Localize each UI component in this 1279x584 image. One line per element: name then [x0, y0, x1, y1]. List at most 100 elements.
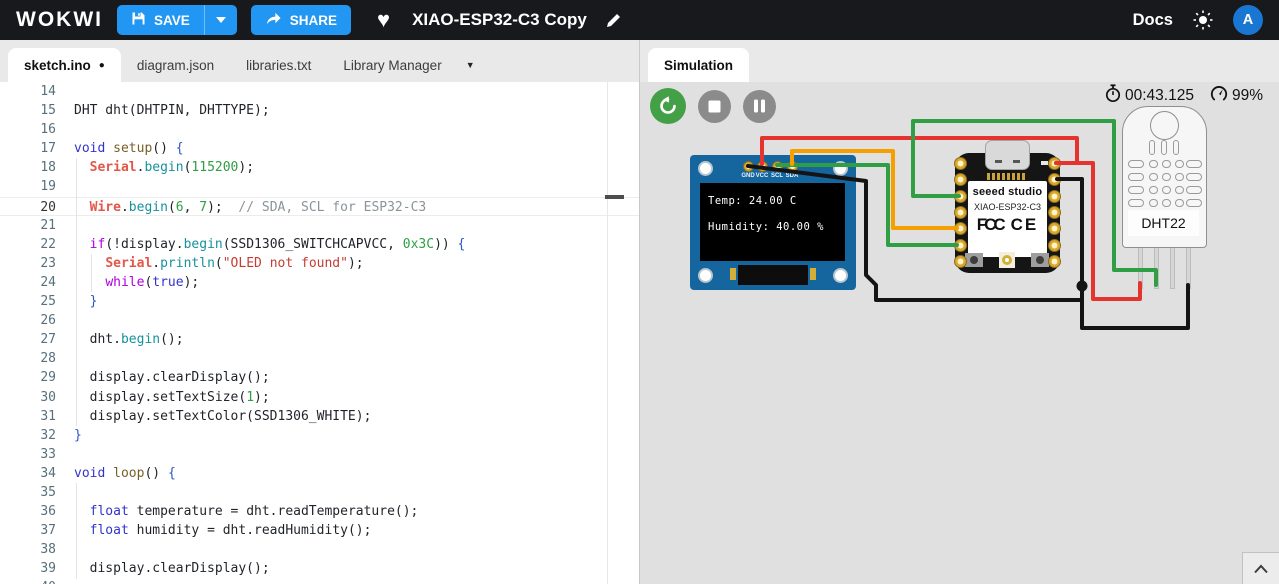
stop-icon	[708, 100, 721, 112]
code-line-29[interactable]: 29 display.clearDisplay();	[0, 368, 639, 387]
wokwi-logo[interactable]: WOKWI	[16, 8, 103, 32]
dht22-label: DHT22	[1128, 210, 1199, 236]
code-line-35[interactable]: 35	[0, 483, 639, 502]
xiao-led	[1041, 161, 1048, 165]
save-button[interactable]: SAVE	[117, 5, 204, 35]
code-line-30[interactable]: 30 display.setTextSize(1);	[0, 388, 639, 407]
code-line-39[interactable]: 39 display.clearDisplay();	[0, 559, 639, 578]
code-line-18[interactable]: 18 Serial.begin(115200);	[0, 158, 639, 177]
code-line-19[interactable]: 19	[0, 177, 639, 196]
dht22-pin[interactable]	[1137, 245, 1143, 289]
mounting-hole	[833, 268, 848, 283]
code-line-38[interactable]: 38	[0, 540, 639, 559]
save-options-button[interactable]	[205, 5, 237, 35]
code-editor[interactable]: 14 15 DHT dht(DHTPIN, DHTTYPE); 16 17 void se…	[0, 82, 639, 584]
expand-bottom-panel-button[interactable]	[1242, 552, 1279, 584]
restart-button[interactable]	[650, 88, 686, 124]
xiao-pin[interactable]	[954, 221, 967, 235]
code-line-31[interactable]: 31 display.setTextColor(SSD1306_WHITE);	[0, 407, 639, 426]
code-line-33[interactable]: 33	[0, 445, 639, 464]
code-line-21[interactable]: 21	[0, 216, 639, 235]
oled-pin-sda[interactable]	[786, 161, 798, 172]
code-lines: 14 15 DHT dht(DHTPIN, DHTTYPE); 16 17 void se…	[0, 82, 639, 584]
tab-diagram-json[interactable]: diagram.json	[121, 48, 230, 82]
stop-button[interactable]	[698, 89, 731, 123]
oled-pin-gnd[interactable]	[742, 161, 754, 172]
xiao-pin[interactable]	[1048, 189, 1061, 203]
tab-library-manager[interactable]: Library Manager ▼	[327, 48, 490, 82]
line-number: 19	[40, 179, 56, 195]
xiao-pin[interactable]	[1048, 254, 1061, 268]
editor-pane: sketch.ino ● diagram.json libraries.txt Libr…	[0, 40, 640, 584]
code-line-16[interactable]: 16	[0, 120, 639, 139]
antenna-connector	[999, 252, 1015, 268]
save-split-button: SAVE	[116, 5, 237, 35]
code-line-23[interactable]: 23 Serial.println("OLED not found");	[0, 254, 639, 273]
code-line-37[interactable]: 37 float humidity = dht.readHumidity();	[0, 521, 639, 540]
line-number: 37	[40, 523, 56, 539]
line-number: 25	[40, 294, 56, 310]
mounting-hole	[698, 268, 713, 283]
code-line-24[interactable]: 24 while(true);	[0, 273, 639, 292]
share-button[interactable]: SHARE	[250, 5, 352, 35]
avatar[interactable]: A	[1233, 5, 1263, 35]
theme-toggle-sun-icon[interactable]	[1193, 10, 1213, 30]
code-line-22[interactable]: 22 if(!display.begin(SSD1306_SWITCHCAPVC…	[0, 235, 639, 254]
sim-canvas[interactable]: 00:43.125 99% GND VCC SCL SDA Temp: 24.00 C…	[640, 82, 1279, 584]
code-line-32[interactable]: 32}	[0, 426, 639, 445]
line-number: 14	[40, 84, 56, 99]
xiao-pin[interactable]	[954, 189, 967, 203]
code-line-27[interactable]: 27 dht.begin();	[0, 330, 639, 349]
code-line-17[interactable]: 17 void setup() {	[0, 139, 639, 158]
indent-guide	[76, 483, 77, 579]
xiao-pin[interactable]	[954, 254, 967, 268]
restart-icon	[660, 96, 676, 114]
oled-pin-scl[interactable]	[771, 161, 783, 172]
xiao-esp32-c3-board[interactable]: seeed studio XIAO-ESP32-C3 FCC CE	[954, 140, 1061, 273]
code-line-34[interactable]: 34 void loop() {	[0, 464, 639, 483]
edit-title-pencil-icon[interactable]	[605, 12, 622, 29]
dht22-pin[interactable]	[1153, 245, 1159, 289]
dht22-pin[interactable]	[1185, 245, 1191, 289]
tab-simulation[interactable]: Simulation	[648, 48, 750, 82]
xiao-pin[interactable]	[954, 156, 967, 170]
xiao-pin[interactable]	[954, 238, 967, 252]
oled-display[interactable]: GND VCC SCL SDA Temp: 24.00 C Humidity: 40.…	[690, 155, 856, 290]
xiao-pin[interactable]	[1048, 205, 1061, 219]
code-line-20[interactable]: 20 Wire.begin(6, 7); // SDA, SCL for ESP…	[0, 196, 639, 216]
code-line-14[interactable]: 14	[0, 82, 639, 101]
chevron-down-icon[interactable]: ▼	[466, 60, 475, 70]
pause-button[interactable]	[743, 89, 776, 123]
line-number: 27	[40, 332, 56, 348]
line-number: 24	[40, 274, 56, 290]
code-line-15[interactable]: 15 DHT dht(DHTPIN, DHTTYPE);	[0, 101, 639, 120]
sim-time: 00:43.125	[1125, 87, 1194, 104]
code-line-26[interactable]: 26	[0, 311, 639, 330]
line-number: 18	[40, 160, 56, 176]
editor-tabbar: sketch.ino ● diagram.json libraries.txt Libr…	[0, 40, 639, 82]
tab-libraries-txt[interactable]: libraries.txt	[230, 48, 327, 82]
oled-pin-vcc[interactable]	[756, 161, 768, 172]
oled-pin-label: SDA	[785, 173, 799, 179]
xiao-pin[interactable]	[1048, 156, 1061, 170]
dht22-sensor[interactable]: DHT22	[1122, 106, 1207, 248]
tab-sketch-ino[interactable]: sketch.ino ●	[8, 48, 121, 82]
usb-c-port	[985, 140, 1030, 170]
xiao-pin[interactable]	[954, 172, 967, 186]
sim-controls	[650, 88, 776, 124]
xiao-pin[interactable]	[1048, 238, 1061, 252]
topbar-right: Docs A	[1133, 5, 1263, 35]
xiao-pin[interactable]	[1048, 172, 1061, 186]
xiao-button	[1031, 253, 1049, 267]
xiao-pin[interactable]	[1048, 221, 1061, 235]
favorite-heart-icon[interactable]: ♥	[377, 7, 390, 33]
code-line-25[interactable]: 25 }	[0, 292, 639, 311]
code-line-36[interactable]: 36 float temperature = dht.readTemperatu…	[0, 502, 639, 521]
docs-link[interactable]: Docs	[1133, 11, 1173, 30]
dht22-pin[interactable]	[1169, 245, 1175, 289]
unsaved-dot: ●	[98, 59, 105, 71]
xiao-pin[interactable]	[954, 205, 967, 219]
code-line-28[interactable]: 28	[0, 349, 639, 368]
code-line-40[interactable]: 40	[0, 578, 639, 584]
simulation-pane: Simulation 00:43.125 99% GND VCC SCL SDA…	[640, 40, 1279, 584]
